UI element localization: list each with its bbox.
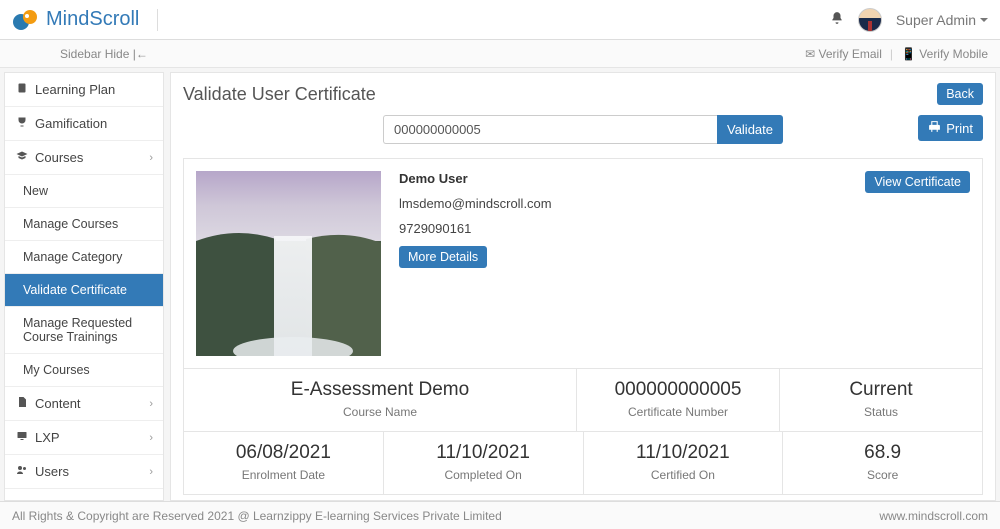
more-details-button[interactable]: More Details (399, 246, 487, 268)
sidebar-item-users[interactable]: Users › (5, 455, 163, 489)
result-card: Demo User lmsdemo@mindscroll.com 9729090… (183, 158, 983, 369)
validate-button[interactable]: Validate (717, 115, 783, 144)
sidebar-sub-new[interactable]: New (5, 175, 163, 208)
sidebar-item-content[interactable]: Content › (5, 387, 163, 421)
result-user-email: lmsdemo@mindscroll.com (399, 196, 970, 211)
sidebar-sub-manage-category[interactable]: Manage Category (5, 241, 163, 274)
graduation-icon (15, 150, 29, 165)
stats-panel: E-Assessment Demo Course Name 0000000000… (183, 369, 983, 495)
brand-logo-icon (12, 9, 40, 31)
stat-certified-on: 11/10/2021 Certified On (584, 432, 784, 494)
sidebar-item-courses[interactable]: Courses › (5, 141, 163, 175)
chevron-right-icon: › (149, 466, 153, 478)
file-icon (15, 396, 29, 411)
sidebar-hide-toggle[interactable]: Sidebar Hide |← (60, 47, 148, 61)
sidebar-item-analytics[interactable]: Analytics › (5, 489, 163, 501)
user-menu[interactable]: Super Admin (896, 12, 988, 28)
sidebar-sub-manage-courses[interactable]: Manage Courses (5, 208, 163, 241)
footer: All Rights & Copyright are Reserved 2021… (0, 501, 1000, 529)
main-content: Validate User Certificate Back Validate … (170, 72, 996, 501)
envelope-icon: ✉ (805, 47, 815, 61)
verify-mobile-link[interactable]: 📱 Verify Mobile (901, 47, 988, 61)
brand-separator (157, 9, 158, 31)
notifications-icon[interactable] (830, 11, 844, 28)
desktop-icon (15, 430, 29, 445)
chevron-down-icon (980, 18, 988, 22)
sidebar-sub-my-courses[interactable]: My Courses (5, 354, 163, 387)
sidebar: Learning Plan Gamification Courses › New… (4, 72, 164, 501)
sidebar-item-label: Learning Plan (35, 82, 115, 97)
print-button[interactable]: Print (918, 115, 983, 141)
stat-enrolment-date: 06/08/2021 Enrolment Date (184, 432, 384, 494)
brand[interactable]: MindScroll (12, 8, 158, 31)
sidebar-sub-validate-certificate[interactable]: Validate Certificate (5, 274, 163, 307)
page-title: Validate User Certificate (183, 84, 376, 105)
certificate-number-input[interactable] (383, 115, 717, 144)
result-user-phone: 9729090161 (399, 221, 970, 236)
stat-course-name: E-Assessment Demo Course Name (184, 369, 577, 431)
chevron-right-icon: › (149, 398, 153, 410)
subbar: Sidebar Hide |← ✉ Verify Email | 📱 Verif… (0, 40, 1000, 68)
stat-status: Current Status (780, 369, 982, 431)
trophy-icon (15, 116, 29, 131)
stat-score: 68.9 Score (783, 432, 982, 494)
course-thumbnail (196, 171, 381, 356)
avatar[interactable] (858, 8, 882, 32)
user-label: Super Admin (896, 12, 976, 28)
verify-email-link[interactable]: ✉ Verify Email (805, 47, 882, 61)
back-button[interactable]: Back (937, 83, 983, 105)
footer-copyright: All Rights & Copyright are Reserved 2021… (12, 509, 502, 523)
chevron-right-icon: › (149, 152, 153, 164)
clipboard-icon (15, 82, 29, 97)
topbar: MindScroll Super Admin (0, 0, 1000, 40)
sidebar-item-label: Content (35, 396, 81, 411)
stat-completed-on: 11/10/2021 Completed On (384, 432, 584, 494)
brand-name: MindScroll (46, 8, 139, 31)
print-icon (928, 120, 941, 136)
sidebar-item-label: LXP (35, 430, 60, 445)
sidebar-sub-manage-requested[interactable]: Manage Requested Course Trainings (5, 307, 163, 354)
users-icon (15, 464, 29, 479)
chevron-right-icon: › (149, 432, 153, 444)
sidebar-item-label: Gamification (35, 116, 107, 131)
sidebar-item-lxp[interactable]: LXP › (5, 421, 163, 455)
view-certificate-button[interactable]: View Certificate (865, 171, 970, 193)
separator: | (890, 47, 893, 61)
sidebar-item-label: Users (35, 464, 69, 479)
mobile-icon: 📱 (901, 47, 916, 61)
stat-certificate-number: 000000000005 Certificate Number (577, 369, 780, 431)
sidebar-item-learning-plan[interactable]: Learning Plan (5, 73, 163, 107)
sidebar-item-label: Courses (35, 150, 83, 165)
sidebar-item-gamification[interactable]: Gamification (5, 107, 163, 141)
footer-link[interactable]: www.mindscroll.com (879, 509, 988, 523)
